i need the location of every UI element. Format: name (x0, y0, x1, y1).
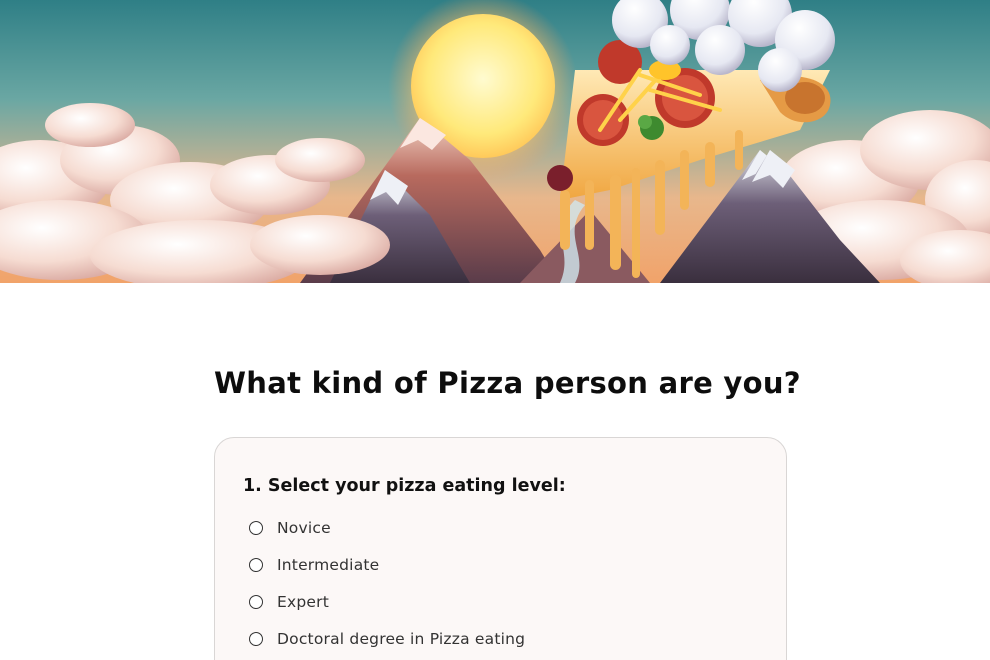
option-novice[interactable]: Novice (249, 517, 331, 539)
option-doctoral-degree[interactable]: Doctoral degree in Pizza eating (249, 628, 525, 650)
option-intermediate[interactable]: Intermediate (249, 554, 379, 576)
option-label: Intermediate (277, 556, 380, 574)
radio-button[interactable] (249, 595, 263, 609)
question-card: 1. Select your pizza eating level: Novic… (214, 437, 787, 660)
hero-banner-image (0, 0, 990, 283)
question-label: 1. Select your pizza eating level: (243, 476, 566, 496)
radio-button[interactable] (249, 521, 263, 535)
quiz-page: What kind of Pizza person are you? 1. Se… (0, 0, 990, 660)
option-expert[interactable]: Expert (249, 591, 329, 613)
pizza-mountain-illustration (0, 0, 990, 283)
option-label: Doctoral degree in Pizza eating (277, 630, 526, 648)
radio-button[interactable] (249, 558, 263, 572)
page-title: What kind of Pizza person are you? (214, 366, 801, 400)
option-label: Novice (277, 519, 331, 537)
option-label: Expert (277, 593, 329, 611)
radio-button[interactable] (249, 632, 263, 646)
